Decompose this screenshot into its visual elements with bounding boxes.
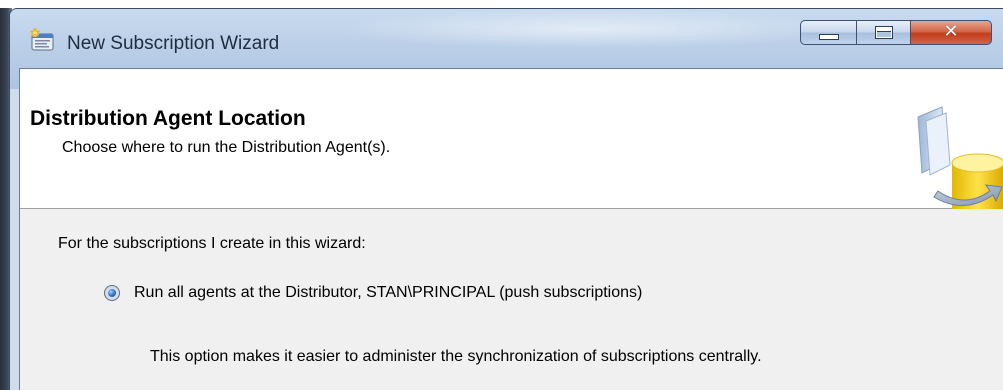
maximize-button[interactable] [857, 20, 911, 45]
maximize-icon [874, 26, 893, 39]
wizard-app-icon[interactable] [29, 27, 55, 52]
wizard-window: New Subscription Wizard ✕ Distribution A… [9, 8, 1003, 390]
minimize-button[interactable] [800, 20, 857, 45]
wizard-content: Distribution Agent Location Choose where… [19, 68, 1003, 390]
title-bar-glare [330, 9, 850, 49]
caption-buttons: ✕ [800, 20, 992, 47]
section-label: For the subscriptions I create in this w… [58, 235, 366, 252]
page-subtitle: Choose where to run the Distribution Age… [62, 139, 391, 156]
wizard-header: Distribution Agent Location Choose where… [20, 69, 1003, 209]
radio-label[interactable]: Run all agents at the Distributor, STAN\… [134, 284, 642, 302]
push-subscriptions-option[interactable]: Run all agents at the Distributor, STAN\… [104, 283, 642, 303]
page-title: Distribution Agent Location [30, 107, 306, 130]
minimize-icon [818, 33, 839, 40]
close-button[interactable]: ✕ [911, 20, 992, 45]
close-icon: ✕ [943, 20, 959, 42]
database-sync-icon [898, 99, 1003, 209]
option-description: This option makes it easier to administe… [150, 348, 762, 365]
radio-push-subscriptions[interactable] [104, 285, 120, 301]
window-title: New Subscription Wizard [67, 33, 280, 54]
